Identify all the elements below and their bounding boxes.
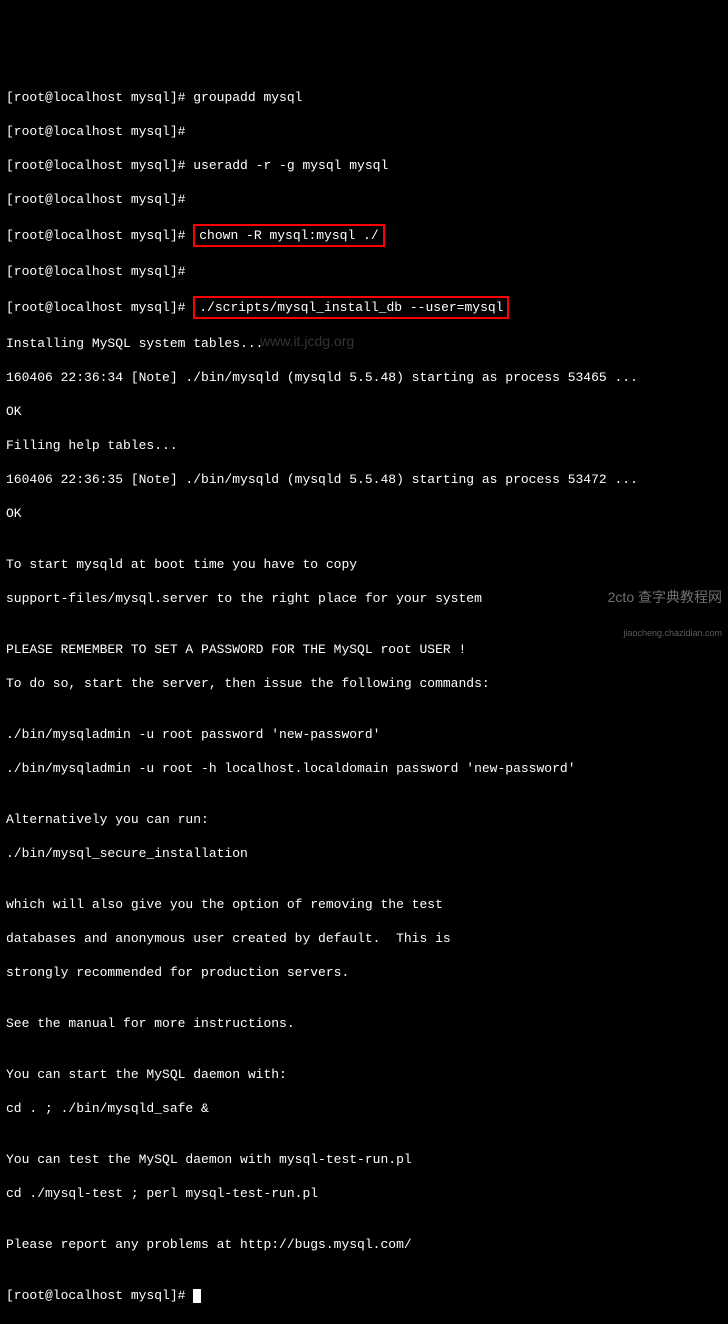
output-line: support-files/mysql.server to the right … <box>6 590 722 607</box>
output-line: ./bin/mysqladmin -u root password 'new-p… <box>6 726 722 743</box>
output-line: strongly recommended for production serv… <box>6 964 722 981</box>
highlighted-install: ./scripts/mysql_install_db --user=mysql <box>193 296 509 319</box>
output-line: PLEASE REMEMBER TO SET A PASSWORD FOR TH… <box>6 641 722 658</box>
output-line: cd ./mysql-test ; perl mysql-test-run.pl <box>6 1185 722 1202</box>
shell-prompt: [root@localhost mysql]# <box>6 1288 193 1303</box>
output-line: databases and anonymous user created by … <box>6 930 722 947</box>
shell-prompt: [root@localhost mysql]# <box>6 264 193 279</box>
cursor-icon <box>193 1289 201 1303</box>
output-line: ./bin/mysql_secure_installation <box>6 845 722 862</box>
output-line: To do so, start the server, then issue t… <box>6 675 722 692</box>
highlighted-chown: chown -R mysql:mysql ./ <box>193 224 384 247</box>
output-line: You can test the MySQL daemon with mysql… <box>6 1151 722 1168</box>
output-line: cd . ; ./bin/mysqld_safe & <box>6 1100 722 1117</box>
output-line: To start mysqld at boot time you have to… <box>6 556 722 573</box>
terminal-output[interactable]: [root@localhost mysql]# groupadd mysql [… <box>6 72 722 1321</box>
output-line: Installing MySQL system tables... <box>6 335 722 352</box>
shell-prompt: [root@localhost mysql]# <box>6 192 193 207</box>
shell-prompt: [root@localhost mysql]# <box>6 124 193 139</box>
shell-prompt: [root@localhost mysql]# <box>6 90 193 105</box>
output-line: See the manual for more instructions. <box>6 1015 722 1032</box>
output-line: 160406 22:36:34 [Note] ./bin/mysqld (mys… <box>6 369 722 386</box>
output-line: Please report any problems at http://bug… <box>6 1236 722 1253</box>
cmd-useradd: useradd -r -g mysql mysql <box>193 158 388 173</box>
output-line: OK <box>6 403 722 420</box>
shell-prompt: [root@localhost mysql]# <box>6 158 193 173</box>
output-line: OK <box>6 505 722 522</box>
cmd-groupadd: groupadd mysql <box>193 90 302 105</box>
shell-prompt: [root@localhost mysql]# <box>6 228 193 243</box>
output-line: Alternatively you can run: <box>6 811 722 828</box>
output-line: 160406 22:36:35 [Note] ./bin/mysqld (mys… <box>6 471 722 488</box>
output-line: You can start the MySQL daemon with: <box>6 1066 722 1083</box>
output-line: ./bin/mysqladmin -u root -h localhost.lo… <box>6 760 722 777</box>
output-line: which will also give you the option of r… <box>6 896 722 913</box>
output-line: Filling help tables... <box>6 437 722 454</box>
shell-prompt: [root@localhost mysql]# <box>6 300 193 315</box>
